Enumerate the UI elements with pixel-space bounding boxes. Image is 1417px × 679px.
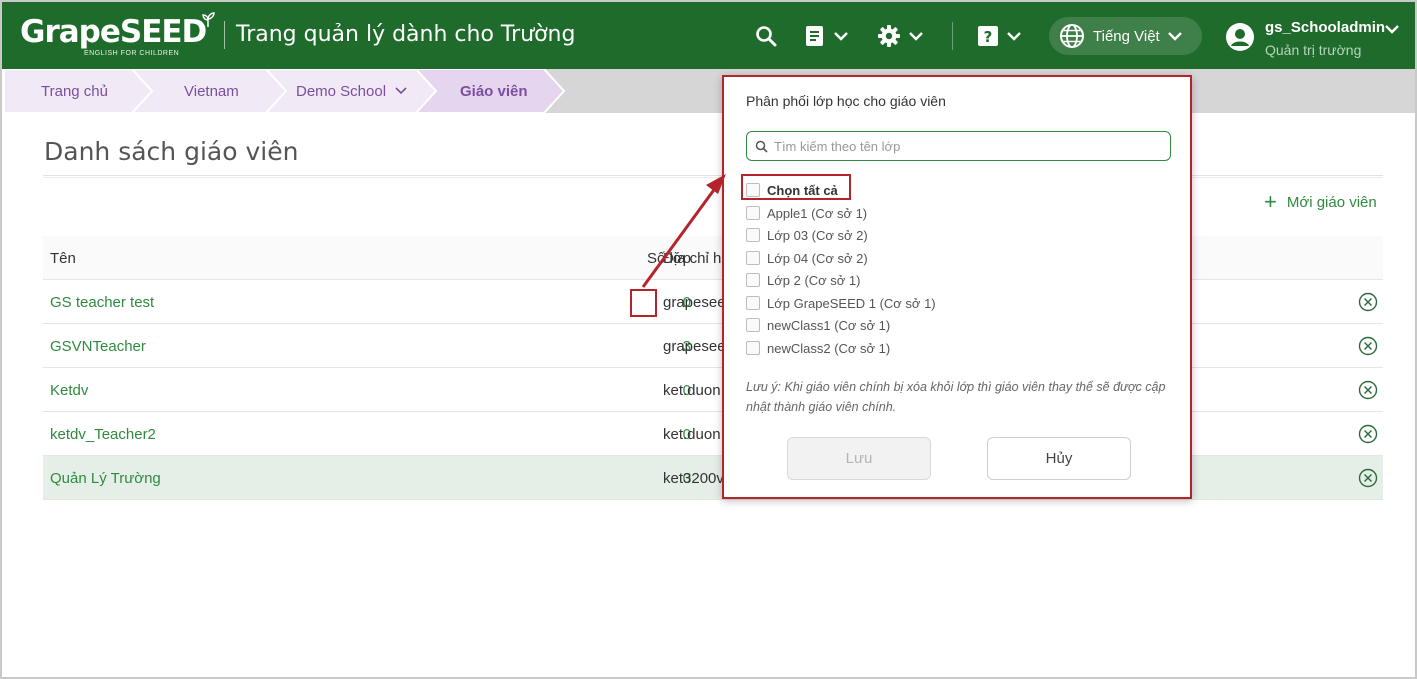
help-icon: ? (978, 26, 998, 46)
class-search-box[interactable] (746, 131, 1171, 161)
logo-text: GrapeSEED (20, 14, 207, 50)
breadcrumb-label: Trang chủ (41, 82, 108, 100)
column-header-email[interactable]: Địa chỉ h (663, 236, 721, 280)
logo-tagline: ENGLISH FOR CHILDREN (84, 50, 180, 57)
breadcrumb-label: Vietnam (184, 82, 239, 100)
teacher-email: ket3200v (663, 469, 724, 487)
teacher-email: ket.duon (663, 381, 721, 399)
annotation-highlight-select-all (741, 174, 851, 200)
checkbox[interactable] (746, 228, 760, 242)
top-header: GrapeSEED ENGLISH FOR CHILDREN Trang quả… (2, 2, 1415, 69)
teacher-email: ket.duon (663, 425, 721, 443)
teacher-email: grapesee (663, 337, 726, 355)
header-divider (952, 22, 953, 50)
teacher-name-link[interactable]: GS teacher test (50, 280, 154, 324)
app-title: Trang quản lý dành cho Trường (236, 22, 576, 47)
remove-teacher-button[interactable] (1357, 280, 1379, 324)
class-option[interactable]: Lớp 03 (Cơ sở 2) (746, 226, 868, 244)
close-circle-icon (1358, 380, 1378, 400)
teacher-name-link[interactable]: Ketdv (50, 368, 88, 412)
class-option-label: Apple1 (Cơ sở 1) (767, 205, 868, 221)
breadcrumb: Trang chủ Vietnam Demo School Giáo viên (4, 69, 1415, 113)
reports-menu-button[interactable] (804, 22, 850, 50)
popover-note: Lưu ý: Khi giáo viên chính bị xóa khỏi l… (746, 380, 1166, 414)
teacher-name-link[interactable]: Quản Lý Trường (50, 456, 161, 500)
class-search-input[interactable] (774, 138, 1164, 154)
chevron-down-icon (909, 32, 923, 41)
checkbox[interactable] (746, 296, 760, 310)
add-teacher-label: Mới giáo viên (1286, 193, 1377, 211)
page-title: Danh sách giáo viên (44, 137, 299, 166)
class-option[interactable]: Apple1 (Cơ sở 1) (746, 204, 867, 222)
class-option[interactable]: Lớp 2 (Cơ sở 1) (746, 271, 861, 289)
breadcrumb-label: Giáo viên (460, 82, 528, 100)
save-button[interactable]: Lưu (787, 437, 931, 480)
user-name[interactable]: gs_Schooladmin (1265, 19, 1385, 36)
teacher-name-link[interactable]: ketdv_Teacher2 (50, 412, 156, 456)
breadcrumb-teachers[interactable]: Giáo viên (416, 69, 566, 113)
checkbox[interactable] (746, 273, 760, 287)
settings-menu-button[interactable] (877, 22, 925, 50)
svg-text:?: ? (984, 28, 993, 46)
chevron-down-icon (1007, 32, 1021, 41)
chevron-down-icon[interactable] (1384, 23, 1400, 35)
class-option-label: newClass1 (Cơ sở 1) (767, 317, 891, 333)
user-icon[interactable] (1226, 23, 1254, 51)
class-option-label: Lớp 03 (Cơ sở 2) (767, 227, 868, 243)
remove-teacher-button[interactable] (1357, 456, 1379, 500)
checkbox[interactable] (746, 206, 760, 220)
class-option-label: newClass2 (Cơ sở 1) (767, 340, 891, 356)
remove-teacher-button[interactable] (1357, 412, 1379, 456)
checkbox[interactable] (746, 251, 760, 265)
close-circle-icon (1358, 468, 1378, 488)
breadcrumb-school[interactable]: Demo School (266, 69, 438, 113)
chevron-down-icon (395, 87, 407, 95)
checkbox[interactable] (746, 318, 760, 332)
close-circle-icon (1358, 424, 1378, 444)
help-menu-button[interactable]: ? (977, 22, 1023, 50)
language-label: Tiếng Việt (1093, 27, 1160, 45)
search-button[interactable] (754, 22, 778, 50)
add-teacher-button[interactable]: + Mới giáo viên (1264, 189, 1377, 214)
user-role: Quản trị trường (1265, 42, 1362, 58)
class-option[interactable]: Lớp GrapeSEED 1 (Cơ sở 1) (746, 294, 936, 312)
chevron-down-icon (1167, 32, 1182, 41)
column-header-name[interactable]: Tên (50, 236, 76, 280)
plus-icon: + (1264, 189, 1277, 214)
breadcrumb-label: Demo School (296, 82, 387, 100)
search-icon (755, 140, 768, 153)
sprout-icon (202, 12, 215, 27)
cancel-button[interactable]: Hủy (987, 437, 1131, 480)
assign-classes-popover: Phân phối lớp học cho giáo viên Chọn tất… (722, 75, 1192, 499)
teacher-email: grapesee (663, 293, 726, 311)
document-icon (806, 26, 823, 46)
annotation-highlight-count (630, 289, 657, 317)
header-divider (224, 21, 225, 49)
popover-title: Phân phối lớp học cho giáo viên (746, 93, 946, 109)
class-option[interactable]: Lớp 04 (Cơ sở 2) (746, 249, 868, 267)
remove-teacher-button[interactable] (1357, 368, 1379, 412)
close-circle-icon (1358, 292, 1378, 312)
app-window: GrapeSEED ENGLISH FOR CHILDREN Trang quả… (0, 0, 1417, 679)
gear-icon (878, 25, 900, 47)
chevron-down-icon (834, 32, 848, 41)
class-option[interactable]: newClass2 (Cơ sở 1) (746, 339, 890, 357)
class-option-label: Lớp 04 (Cơ sở 2) (767, 250, 868, 266)
class-option[interactable]: newClass1 (Cơ sở 1) (746, 316, 890, 334)
class-option-label: Lớp GrapeSEED 1 (Cơ sở 1) (767, 295, 936, 311)
search-icon (756, 26, 777, 47)
checkbox[interactable] (746, 341, 760, 355)
grapeseed-logo[interactable]: GrapeSEED ENGLISH FOR CHILDREN (20, 12, 215, 62)
breadcrumb-country[interactable]: Vietnam (132, 69, 288, 113)
teacher-name-link[interactable]: GSVNTeacher (50, 324, 146, 368)
globe-icon (1060, 24, 1084, 48)
close-circle-icon (1358, 336, 1378, 356)
language-selector[interactable]: Tiếng Việt (1049, 17, 1202, 55)
remove-teacher-button[interactable] (1357, 324, 1379, 368)
class-option-label: Lớp 2 (Cơ sở 1) (767, 272, 861, 288)
